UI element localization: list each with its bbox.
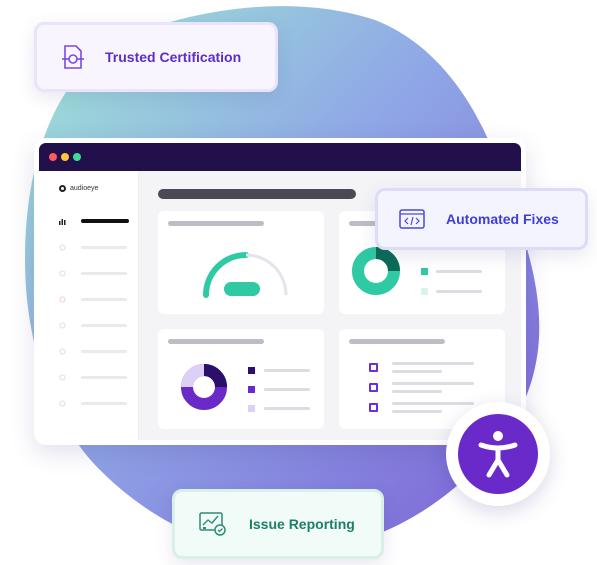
circle-icon	[59, 348, 66, 354]
code-icon	[398, 205, 426, 233]
checkbox[interactable]	[369, 383, 378, 392]
checklist-line	[392, 410, 442, 413]
checkbox[interactable]	[369, 363, 378, 372]
bar-chart-icon	[59, 218, 66, 225]
automated-fixes-callout: Automated Fixes	[375, 188, 588, 250]
certificate-icon	[59, 43, 87, 71]
checklist-line	[392, 402, 474, 405]
legend-line	[264, 407, 310, 410]
circle-icon	[59, 374, 66, 380]
hero-illustration: Trusted Certification audioeye Automated…	[0, 0, 597, 565]
sidebar-item-label	[81, 297, 127, 301]
accessibility-badge-circle	[458, 414, 538, 494]
sidebar-item[interactable]	[59, 286, 138, 312]
window-dot-minimize[interactable]	[61, 153, 69, 161]
legend-swatch	[421, 288, 428, 295]
sidebar-item[interactable]	[59, 234, 138, 260]
purple-donut-chart	[181, 364, 227, 410]
sidebar-item-label	[81, 375, 127, 379]
app-window: audioeye	[34, 138, 526, 445]
sidebar-item-label	[81, 349, 127, 353]
score-gauge	[203, 252, 288, 298]
legend-line	[436, 270, 482, 273]
brand-logo[interactable]: audioeye	[59, 182, 138, 194]
legend-swatch	[248, 386, 255, 393]
page-title	[158, 189, 356, 199]
circle-icon	[59, 244, 66, 250]
sidebar-item[interactable]	[59, 364, 138, 390]
purple-donut-card[interactable]	[158, 329, 324, 429]
sidebar-item-label	[81, 219, 129, 223]
audioeye-logo-icon	[59, 184, 66, 192]
report-icon	[199, 510, 227, 538]
sidebar-item[interactable]	[59, 338, 138, 364]
legend-swatch	[248, 367, 255, 374]
legend-line	[264, 388, 310, 391]
legend-swatch	[248, 405, 255, 412]
brand-name: audioeye	[70, 184, 99, 192]
accessibility-badge[interactable]	[446, 402, 550, 506]
trusted-certification-label: Trusted Certification	[105, 49, 242, 65]
sidebar-item[interactable]	[59, 390, 138, 416]
gauge-card[interactable]	[158, 211, 324, 314]
legend-line	[436, 290, 482, 293]
circle-icon	[59, 322, 66, 328]
circle-icon	[59, 400, 66, 406]
checklist-line	[392, 382, 474, 385]
circle-icon	[59, 270, 66, 276]
legend-swatch	[421, 268, 428, 275]
checklist-line	[392, 362, 474, 365]
sidebar-item-dashboard[interactable]	[59, 208, 138, 234]
sidebar-item[interactable]	[59, 312, 138, 338]
card-title	[349, 339, 445, 344]
automated-fixes-label: Automated Fixes	[446, 211, 559, 227]
legend-line	[264, 369, 310, 372]
sidebar: audioeye	[39, 171, 139, 440]
checklist-line	[392, 370, 442, 373]
sidebar-item[interactable]	[59, 260, 138, 286]
issue-reporting-callout: Issue Reporting	[172, 489, 384, 559]
window-titlebar	[39, 143, 521, 171]
sidebar-item-label	[81, 271, 127, 275]
circle-icon	[59, 296, 66, 302]
sidebar-item-label	[81, 401, 127, 405]
window-dot-close[interactable]	[49, 153, 57, 161]
sidebar-item-label	[81, 323, 127, 327]
checklist-line	[392, 390, 442, 393]
accessibility-icon	[478, 431, 518, 478]
sidebar-item-label	[81, 245, 127, 249]
issue-reporting-label: Issue Reporting	[249, 516, 355, 532]
checkbox[interactable]	[369, 403, 378, 412]
window-dot-maximize[interactable]	[73, 153, 81, 161]
trusted-certification-callout: Trusted Certification	[34, 22, 278, 92]
